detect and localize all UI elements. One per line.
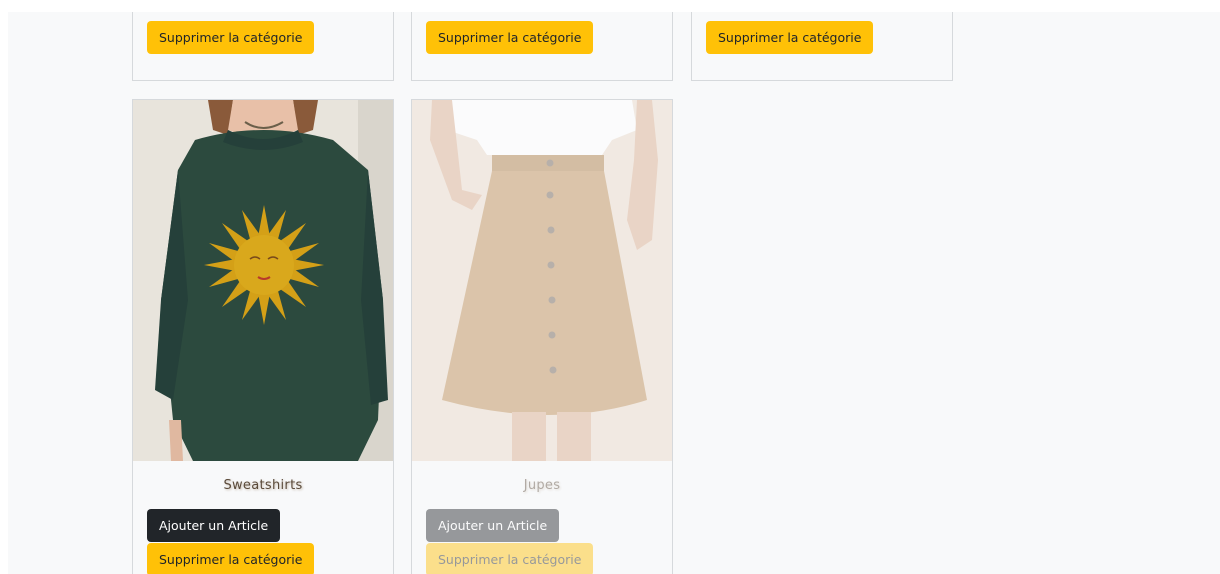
delete-category-button[interactable]: Supprimer la catégorie xyxy=(147,543,315,574)
category-grid: Supprimer la catégorie Supprimer la caté… xyxy=(8,12,1220,574)
delete-category-button[interactable]: Supprimer la catégorie xyxy=(426,543,594,574)
category-card-sweatshirts: Sweatshirts Ajouter un Article Supprimer… xyxy=(132,99,394,574)
category-title: Sweatshirts xyxy=(223,478,303,493)
category-card: Supprimer la catégorie xyxy=(132,12,394,81)
add-article-button[interactable]: Ajouter un Article xyxy=(147,509,281,542)
add-article-button[interactable]: Ajouter un Article xyxy=(426,509,560,542)
delete-category-button[interactable]: Supprimer la catégorie xyxy=(147,21,315,54)
delete-category-button[interactable]: Supprimer la catégorie xyxy=(706,21,874,54)
category-card-jupes: Jupes Ajouter un Article Supprimer la ca… xyxy=(411,99,673,574)
category-card: Supprimer la catégorie xyxy=(691,12,953,81)
category-image xyxy=(133,100,393,461)
category-title: Jupes xyxy=(523,478,561,493)
category-card: Supprimer la catégorie xyxy=(411,12,673,81)
category-image xyxy=(412,100,672,461)
delete-category-button[interactable]: Supprimer la catégorie xyxy=(426,21,594,54)
